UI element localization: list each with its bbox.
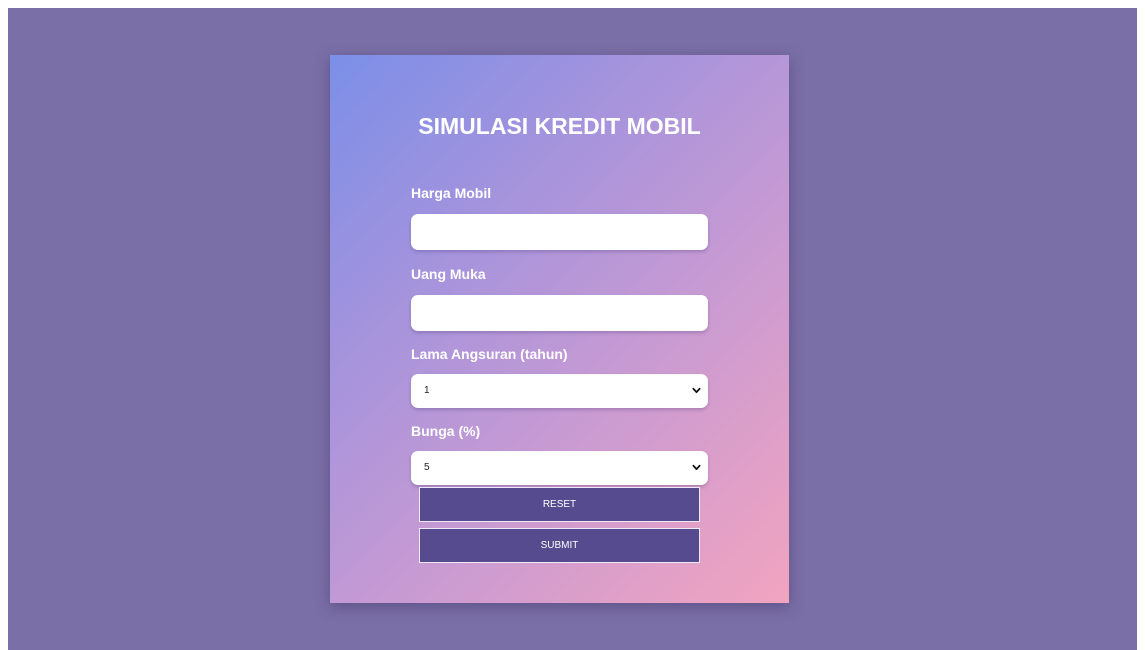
uang-muka-input[interactable] <box>411 295 708 331</box>
submit-button[interactable]: SUBMIT <box>419 528 700 563</box>
chevron-down-icon <box>692 464 701 471</box>
credit-simulation-card: SIMULASI KREDIT MOBIL Harga Mobil Uang M… <box>330 55 789 603</box>
lama-angsuran-label: Lama Angsuran (tahun) <box>411 346 568 362</box>
lama-angsuran-selected-value: 1 <box>424 385 430 396</box>
harga-mobil-input[interactable] <box>411 214 708 250</box>
bunga-selected-value: 5 <box>424 462 430 473</box>
harga-mobil-label: Harga Mobil <box>411 185 492 201</box>
uang-muka-label: Uang Muka <box>411 266 486 282</box>
reset-button[interactable]: RESET <box>419 487 700 522</box>
bunga-label: Bunga (%) <box>411 423 481 439</box>
bunga-select[interactable]: 5 <box>411 451 708 485</box>
page-background: SIMULASI KREDIT MOBIL Harga Mobil Uang M… <box>8 8 1137 650</box>
page-title: SIMULASI KREDIT MOBIL <box>418 113 701 139</box>
lama-angsuran-select[interactable]: 1 <box>411 374 708 408</box>
chevron-down-icon <box>692 387 701 394</box>
